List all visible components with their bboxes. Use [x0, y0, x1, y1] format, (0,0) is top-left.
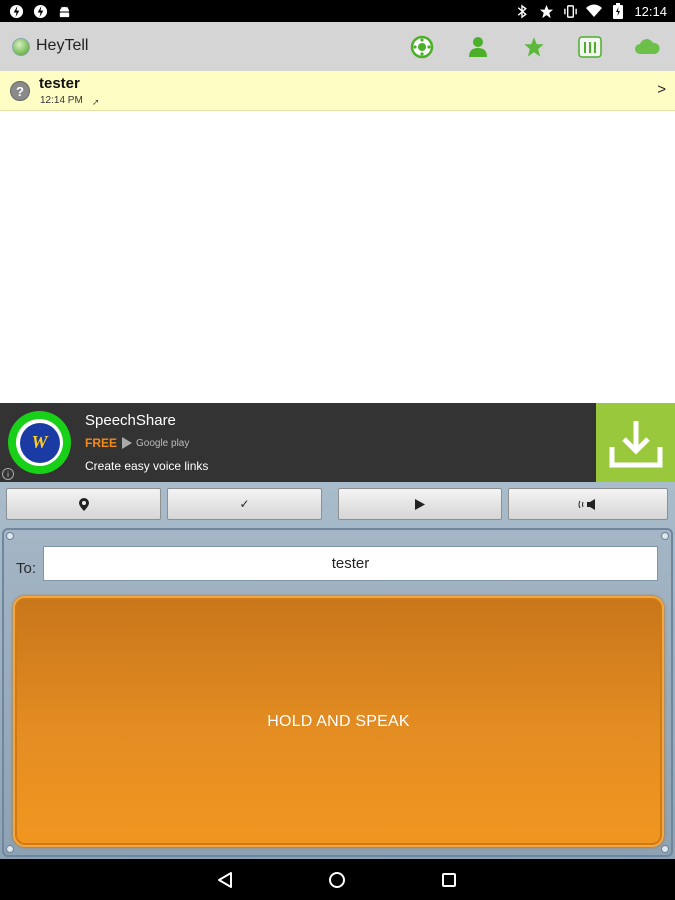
navigation-bar: [0, 859, 675, 900]
app-title: HeyTell: [36, 37, 89, 54]
favorite-star-icon[interactable]: [520, 33, 548, 61]
rivet: [661, 845, 669, 853]
ad-banner[interactable]: W i SpeechShare FREE Google play Create …: [0, 403, 675, 482]
bluetooth-icon: [514, 3, 530, 19]
battery-icon: [610, 3, 626, 19]
checkmark-button[interactable]: ✓: [167, 488, 322, 520]
download-icon: [609, 420, 662, 467]
location-pin-icon: [78, 497, 89, 511]
recorder-frame: To: tester HOLD AND SPEAK: [2, 528, 673, 857]
action-bar: HeyTell: [0, 22, 675, 71]
cloud-icon[interactable]: [633, 33, 661, 61]
settings-gear-icon[interactable]: [408, 33, 436, 61]
speaker-icon: [578, 498, 595, 510]
recipient-field[interactable]: tester: [43, 546, 658, 581]
ad-info-icon[interactable]: i: [2, 468, 14, 480]
ad-download-button[interactable]: [596, 403, 675, 482]
unknown-contact-icon: ?: [10, 81, 30, 101]
play-icon: [415, 498, 425, 510]
contacts-icon[interactable]: [464, 33, 492, 61]
google-play-icon: [122, 437, 132, 449]
speaker-mode-button[interactable]: [508, 488, 668, 520]
hold-and-speak-button[interactable]: HOLD AND SPEAK: [13, 596, 664, 847]
conversation-time: 12:14 PM: [40, 95, 83, 106]
ad-free-label: FREE: [85, 436, 118, 450]
groups-icon[interactable]: [576, 33, 604, 61]
conversation-row[interactable]: ? tester 12:14 PM ➚ >: [0, 71, 675, 111]
play-button[interactable]: [338, 488, 502, 520]
status-bar: 12:14: [0, 0, 675, 22]
conversation-name: tester: [39, 75, 80, 92]
ad-title: SpeechShare: [85, 412, 176, 429]
rivet: [661, 532, 669, 540]
checkmark-icon: ✓: [239, 497, 250, 511]
ad-description: Create easy voice links: [85, 459, 209, 473]
location-button[interactable]: [6, 488, 161, 520]
recorder-panel: ✓ To: tester HOLD AND SPEAK: [0, 482, 675, 859]
home-icon[interactable]: [326, 869, 348, 891]
heytell-logo-icon[interactable]: [12, 38, 30, 56]
google-play-badge: Google play: [121, 435, 189, 451]
vibrate-icon: [562, 3, 578, 19]
heytell-screen: 12:14 HeyTell ? tester 12:14 PM ➚ > W i …: [0, 0, 675, 900]
to-label: To:: [16, 560, 37, 577]
back-icon[interactable]: [214, 869, 236, 891]
star-icon: [538, 3, 554, 19]
clock: 12:14: [634, 3, 667, 19]
flash-notification-icon: [32, 3, 48, 19]
sent-arrow-icon: ➚: [92, 97, 100, 107]
rivet: [6, 845, 14, 853]
flash-notification-icon: [8, 3, 24, 19]
wifi-icon: [586, 3, 603, 19]
android-debug-icon: [56, 3, 72, 19]
rivet: [6, 532, 14, 540]
recents-icon[interactable]: [438, 869, 460, 891]
chevron-right-icon[interactable]: >: [657, 81, 666, 98]
speechshare-logo: W: [8, 411, 71, 474]
